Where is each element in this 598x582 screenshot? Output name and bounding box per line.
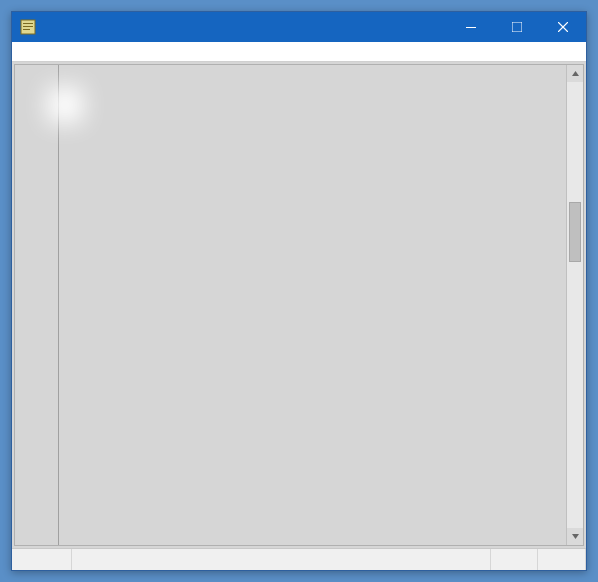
menu-edit[interactable]	[28, 50, 40, 54]
scrollbar-thumb[interactable]	[569, 202, 581, 262]
menubar	[12, 42, 586, 62]
cursor-position	[12, 549, 72, 570]
scrollbar-track[interactable]	[567, 82, 583, 528]
minimize-button[interactable]	[448, 12, 494, 42]
menu-view[interactable]	[52, 50, 64, 54]
app-icon	[20, 19, 36, 35]
line-number-gutter	[15, 65, 59, 545]
eol-indicator	[538, 549, 586, 570]
editor-container	[12, 62, 586, 548]
vertical-scrollbar[interactable]	[566, 65, 583, 545]
scroll-up-button[interactable]	[567, 65, 583, 82]
editor	[14, 64, 584, 546]
maximize-button[interactable]	[494, 12, 540, 42]
text-area[interactable]	[59, 65, 566, 545]
close-button[interactable]	[540, 12, 586, 42]
titlebar[interactable]	[12, 12, 586, 42]
menu-file[interactable]	[16, 50, 28, 54]
encoding-indicator	[490, 549, 538, 570]
window-controls	[448, 12, 586, 42]
app-window	[11, 11, 587, 571]
scroll-down-button[interactable]	[567, 528, 583, 545]
menu-search[interactable]	[40, 50, 52, 54]
statusbar	[12, 548, 586, 570]
